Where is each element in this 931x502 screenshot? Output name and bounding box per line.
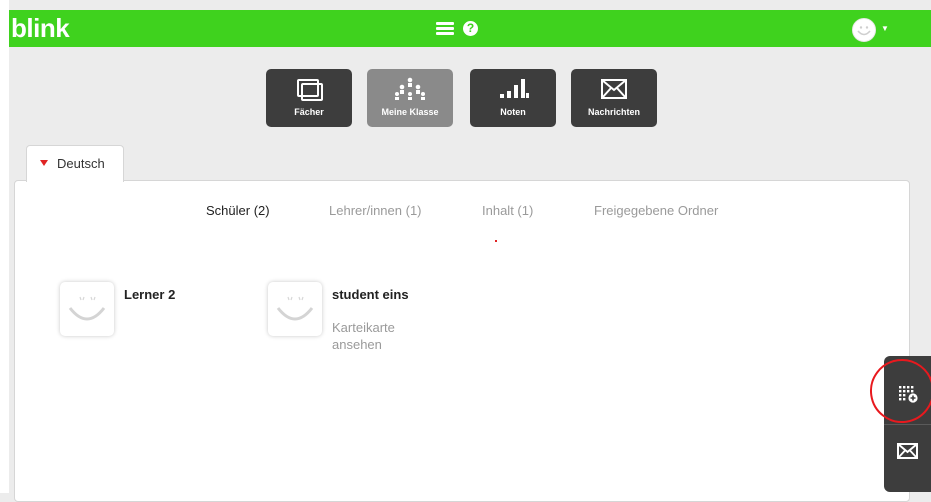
caret-down-icon[interactable]: ▼: [881, 25, 889, 33]
student-name[interactable]: Lerner 2: [124, 287, 175, 302]
mail-icon: [897, 443, 918, 459]
page-edge: [0, 0, 9, 493]
grades-icon: [500, 79, 529, 98]
tab-label: Deutsch: [57, 156, 105, 171]
nav-label: Fächer: [294, 107, 324, 117]
help-icon[interactable]: ?: [463, 21, 478, 36]
tab-deutsch[interactable]: Deutsch: [26, 145, 124, 182]
send-message-button[interactable]: [884, 425, 931, 492]
avatar-icon[interactable]: [852, 18, 876, 42]
subtab-lehrer[interactable]: Lehrer/innen (1): [329, 203, 422, 218]
avatar: [268, 282, 322, 336]
student-name[interactable]: student eins: [332, 287, 409, 302]
nav-label: Nachrichten: [587, 107, 640, 117]
subtab-schueler[interactable]: Schüler (2): [206, 203, 270, 218]
smiley-icon: [276, 296, 314, 321]
subtab-freigegebene-ordner[interactable]: Freigegebene Ordner: [594, 203, 718, 218]
top-bar: blink ? ▼: [9, 10, 931, 47]
avatar: [60, 282, 114, 336]
nav-button-noten[interactable]: Noten: [470, 69, 556, 127]
menu-icon[interactable]: [436, 22, 454, 36]
student-card[interactable]: Lerner 2: [60, 282, 260, 362]
mail-icon: [601, 79, 627, 99]
subtab-inhalt[interactable]: Inhalt (1): [482, 203, 533, 218]
view-flashcard-link[interactable]: Karteikarte ansehen: [332, 319, 422, 353]
student-card[interactable]: student eins Karteikarte ansehen: [268, 282, 468, 372]
smiley-icon: [68, 296, 106, 321]
class-panel: Schüler (2) Lehrer/innen (1) Inhalt (1) …: [14, 180, 910, 502]
blink-logo[interactable]: blink: [11, 13, 70, 43]
nav-button-nachrichten[interactable]: Nachrichten: [571, 69, 657, 127]
folder-icon: [297, 79, 323, 101]
nav-label: Noten: [500, 107, 526, 117]
caret-down-icon: [40, 160, 48, 166]
nav-label: Meine Klasse: [381, 107, 439, 117]
active-indicator: [495, 240, 497, 242]
class-icon: [395, 77, 425, 100]
nav-button-faecher[interactable]: Fächer: [266, 69, 352, 127]
nav-button-meine-klasse[interactable]: Meine Klasse: [367, 69, 453, 127]
